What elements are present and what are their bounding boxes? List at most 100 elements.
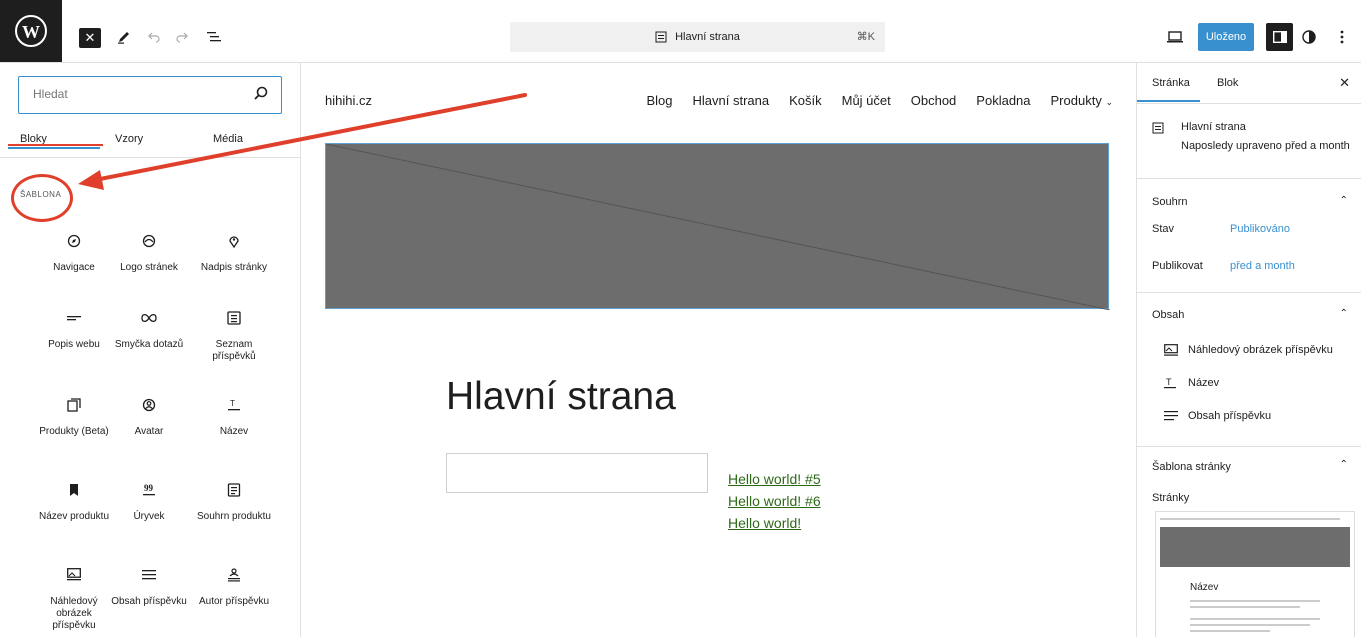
content-item[interactable]: T Název [1164,377,1219,389]
block-item-label: Produkty (Beta) [39,426,109,437]
post-link[interactable]: Hello world! #5 [728,468,821,490]
tab-media[interactable]: Média [213,133,243,145]
command-palette-bar[interactable]: Hlavní strana ⌘K [510,22,885,52]
block-item-site-tagline[interactable]: Popis webu [34,308,114,351]
content-item[interactable]: Obsah příspěvku [1164,410,1271,422]
block-item-avatar[interactable]: Avatar [109,395,189,438]
block-item-label: Náhledový obrázek příspěvku [50,596,98,631]
svg-text:99: 99 [144,483,154,493]
block-item-loop[interactable]: Smyčka dotazů [109,308,189,351]
thumb-header [1160,518,1340,520]
close-icon[interactable]: ✕ [1339,75,1350,91]
chevron-up-icon[interactable]: ⌃ [1340,308,1348,319]
publish-label: Publikovat [1152,260,1203,272]
site-title[interactable]: hihihi.cz [325,93,372,108]
featured-image-icon [1164,344,1178,356]
compass-icon [34,231,114,251]
tab-patterns[interactable]: Vzory [115,133,143,145]
post-link[interactable]: Hello world! #6 [728,490,821,512]
block-item-product-collection[interactable]: Produkty (Beta) [34,395,114,438]
block-item-label: Seznam příspěvků [212,339,256,362]
nav-item-blog[interactable]: Blog [646,93,672,108]
block-item-bookmark[interactable]: Název produktu [34,480,114,523]
title-icon: T [1164,377,1176,389]
block-item-label: Nadpis stránky [200,262,268,273]
inserter-tabs: Bloky Vzory Média [0,125,300,158]
navigation-menu: Blog Hlavní strana Košík Můj účet Obchod… [646,93,1113,108]
top-toolbar: W ✕ Hlavní strana ⌘K Uloženo [0,0,1361,63]
block-item-author[interactable]: Autor příspěvku [194,565,274,608]
tab-page[interactable]: Stránka [1152,77,1190,89]
title-icon: T [194,395,274,415]
redo-icon[interactable] [172,26,192,48]
content-title[interactable]: Obsah [1152,309,1184,321]
nav-item-products[interactable]: Produkty ⌄ [1051,93,1113,108]
nav-item-checkout[interactable]: Pokladna [976,93,1030,108]
summary-icon [194,480,274,500]
content-icon [109,565,189,585]
thumb-line [1190,600,1320,602]
post-list-icon [194,308,274,328]
tab-block[interactable]: Blok [1217,77,1238,89]
thumb-title: Název [1190,582,1219,593]
wordpress-logo-icon[interactable]: W [0,0,62,62]
more-options-icon[interactable] [1336,26,1348,48]
chevron-up-icon[interactable]: ⌃ [1340,195,1348,206]
settings-sidebar-toggle-icon[interactable] [1266,23,1293,51]
page-title[interactable]: Hlavní strana [446,375,676,419]
block-item-post-list[interactable]: Seznam příspěvků [194,308,274,363]
summary-title[interactable]: Souhrn [1152,196,1187,208]
block-item-featured-image[interactable]: Náhledový obrázek příspěvku [34,565,114,632]
empty-block-placeholder[interactable] [446,453,708,493]
template-value: Stránky [1152,492,1190,504]
block-item-label: Obsah příspěvku [111,596,187,607]
document-overview-icon[interactable] [204,26,224,48]
editor-canvas: hihihi.cz Blog Hlavní strana Košík Můj ú… [301,63,1135,637]
block-item-label: Smyčka dotazů [114,339,184,350]
product-collection-icon [34,395,114,415]
block-item-map-marker[interactable]: Nadpis stránky [194,231,274,274]
thumb-line [1190,630,1270,632]
pencil-icon[interactable] [114,26,134,48]
nav-item-home[interactable]: Hlavní strana [693,93,770,108]
block-item-compass[interactable]: Navigace [34,231,114,274]
block-item-site-logo[interactable]: Logo stránek [109,231,189,274]
block-item-label: Popis webu [48,339,100,350]
template-title[interactable]: Šablona stránky [1152,461,1231,473]
post-link[interactable]: Hello world! [728,512,821,534]
block-item-label: Navigace [53,262,95,273]
nav-item-account[interactable]: Můj účet [842,93,891,108]
status-value[interactable]: Publikováno [1230,223,1290,235]
block-item-title[interactable]: T Název [194,395,274,438]
close-inserter-button[interactable]: ✕ [79,28,101,48]
undo-icon[interactable] [144,26,164,48]
settings-sidebar: Stránka Blok ✕ Hlavní strana Naposledy u… [1136,63,1361,637]
saved-button[interactable]: Uloženo [1198,23,1254,51]
page-icon [655,31,667,43]
chevron-up-icon[interactable]: ⌃ [1340,459,1348,470]
block-item-label: Souhrn produktu [197,511,271,522]
author-icon [194,565,274,585]
thumb-cover [1160,527,1350,567]
block-item-summary[interactable]: Souhrn produktu [194,480,274,523]
device-preview-icon[interactable] [1164,26,1186,48]
site-tagline-icon [34,308,114,328]
nav-item-products-label: Produkty [1050,93,1102,108]
annotation-underline [8,144,103,146]
template-preview-thumbnail[interactable]: Název [1155,511,1355,637]
thumb-line [1190,624,1310,626]
block-item-excerpt[interactable]: 99 Úryvek [109,480,189,523]
nav-item-shop[interactable]: Obchod [911,93,957,108]
page-modified: Naposledy upraveno před a month [1181,140,1350,152]
nav-item-cart[interactable]: Košík [789,93,822,108]
style-contrast-icon[interactable] [1300,26,1318,48]
sidebar-tabs: Stránka Blok ✕ [1137,63,1361,104]
search-box[interactable] [18,76,282,114]
publish-value[interactable]: před a month [1230,260,1295,272]
svg-text:W: W [22,22,40,42]
content-item[interactable]: Náhledový obrázek příspěvku [1164,344,1333,356]
command-title: Hlavní strana [675,31,740,43]
featured-image-placeholder[interactable] [325,143,1110,310]
block-item-content[interactable]: Obsah příspěvku [109,565,189,608]
search-input[interactable] [31,86,245,102]
